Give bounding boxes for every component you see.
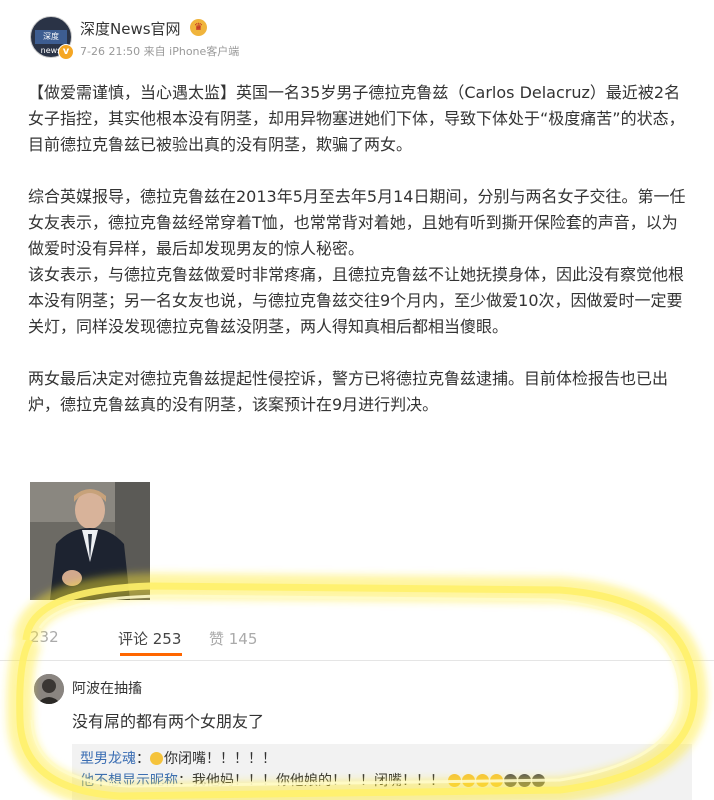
- commenter-avatar[interactable]: [34, 674, 64, 704]
- emoji-icon: [504, 774, 518, 787]
- verified-icon: v: [58, 44, 74, 60]
- tab-comment[interactable]: 评论 253: [118, 628, 181, 649]
- action-bar: 232 评论 253 赞 145: [0, 620, 714, 660]
- reply-colon: ：: [178, 773, 192, 789]
- member-crown-icon: ♛: [190, 19, 207, 36]
- emoji-icon: [150, 752, 163, 765]
- post-paragraph: 该女表示，与德拉克鲁兹做爱时非常疼痛，且德拉克鲁兹不让她抚摸身体，因此没有察觉他…: [28, 265, 685, 336]
- post-body: 【做爱需谨慎，当心遇太监】英国一名35岁男子德拉克鲁兹（Carlos Delac…: [28, 80, 688, 418]
- divider: [0, 660, 714, 661]
- post-paragraph: 综合英媒报导，德拉克鲁兹在2013年5月至去年5月14日期间，分别与两名女子交往…: [28, 187, 686, 258]
- reply-text: 你闭嘴！！！！！: [164, 751, 276, 767]
- reply-box[interactable]: 型男龙魂： 你闭嘴！！！！！ 他不想显示昵称：我他妈！！！你他娘的！！！闭嘴！！！: [72, 744, 692, 800]
- emoji-icon: [476, 774, 490, 787]
- post-source: 来自 iPhone客户端: [143, 45, 240, 58]
- active-tab-indicator: [120, 653, 182, 656]
- reply-item: 型男龙魂： 你闭嘴！！！！！: [80, 748, 276, 768]
- account-name[interactable]: 深度News官网: [80, 18, 181, 39]
- post-paragraph: 两女最后决定对德拉克鲁兹提起性侵控诉，警方已将德拉克鲁兹逮捕。目前体检报告也已出…: [28, 369, 669, 414]
- post-photo[interactable]: [30, 482, 150, 600]
- reply-author[interactable]: 型男龙魂: [80, 751, 136, 767]
- commenter-avatar-image: [34, 674, 64, 704]
- forward-count[interactable]: 232: [30, 628, 59, 646]
- post-paragraph: 【做爱需谨慎，当心遇太监】英国一名35岁男子德拉克鲁兹（Carlos Delac…: [28, 83, 685, 154]
- comment-author[interactable]: 阿波在抽搐: [72, 678, 142, 698]
- avatar-logo-text: 深度news: [35, 30, 67, 55]
- reply-text: 我他妈！！！你他娘的！！！闭嘴！！！: [192, 773, 444, 789]
- post-meta: 7-26 21:50 来自 iPhone客户端: [80, 43, 239, 59]
- comment-text: 没有屌的都有两个女朋友了: [72, 712, 265, 731]
- emoji-icon: [532, 774, 546, 787]
- reply-item: 他不想显示昵称：我他妈！！！你他娘的！！！闭嘴！！！: [80, 770, 546, 790]
- reply-author[interactable]: 他不想显示昵称: [80, 773, 178, 789]
- emoji-icon: [518, 774, 532, 787]
- emoji-icon: [490, 774, 504, 787]
- reply-colon: ：: [136, 751, 150, 767]
- emoji-icon: [448, 774, 462, 787]
- emoji-icon: [462, 774, 476, 787]
- post-timestamp[interactable]: 7-26 21:50: [80, 45, 140, 58]
- like-button[interactable]: 赞 145: [209, 628, 257, 649]
- man-in-suit-image: [30, 482, 150, 600]
